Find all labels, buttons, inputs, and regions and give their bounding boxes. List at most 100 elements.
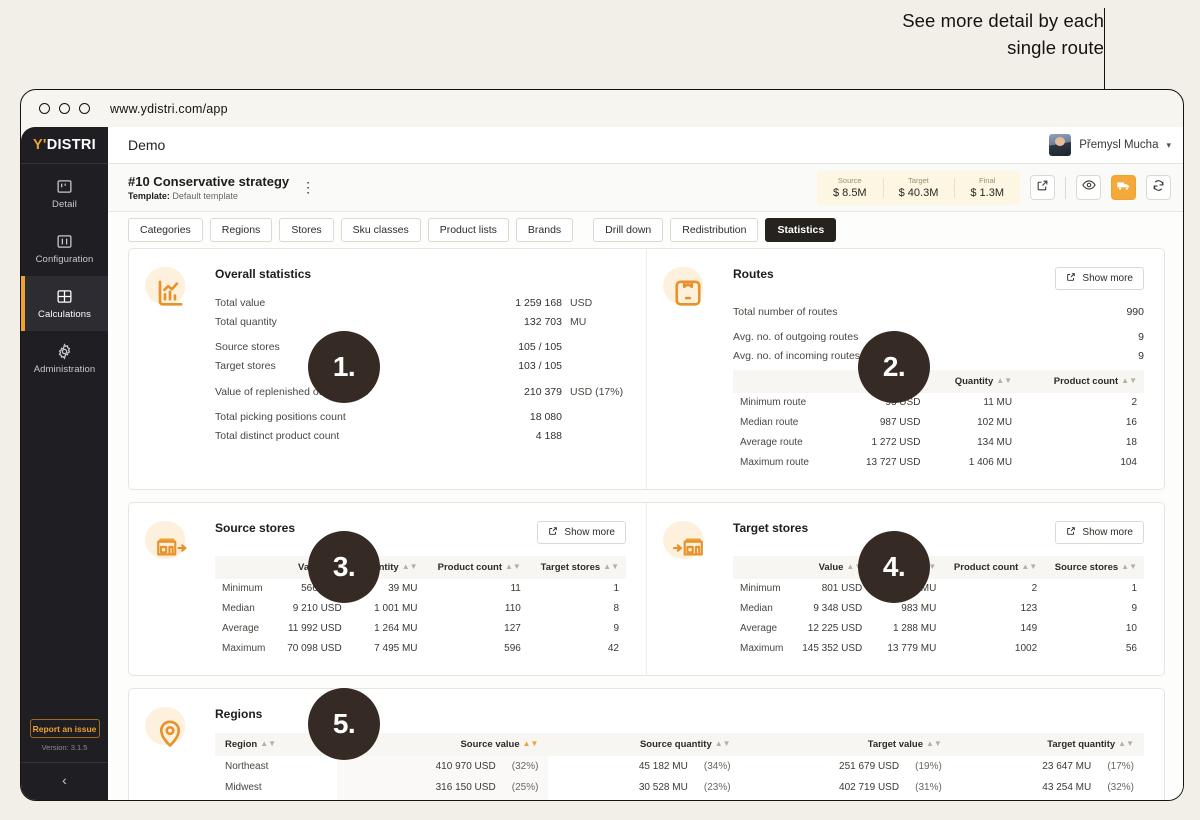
user-menu[interactable]: Přemysl Mucha ▾ — [1049, 134, 1171, 156]
stat-value: 132 703 — [524, 315, 562, 328]
sidebar-item-label: Administration — [33, 363, 96, 375]
chevron-down-icon[interactable]: ▾ — [1166, 140, 1171, 151]
table-row: Average 11 992 USD 1 264 MU 127 9 — [215, 619, 626, 639]
cell-value: 1 272 USD — [871, 437, 921, 448]
sidebar-collapse-button[interactable]: ‹ — [21, 762, 108, 796]
stat-label: Value of replenished out-of-stock — [215, 385, 368, 398]
col-quantity[interactable]: Quantity ▲▼ — [927, 369, 1020, 393]
cell-quantity: 983 MU — [901, 603, 937, 614]
sidebar-item-configuration[interactable]: Configuration — [21, 221, 108, 276]
target-stores-show-more-label: Show more — [1082, 526, 1133, 538]
source-stores-show-more-button[interactable]: Show more — [537, 520, 626, 544]
window-close-dot[interactable] — [39, 103, 50, 114]
target-stores-show-more-button[interactable]: Show more — [1055, 520, 1144, 544]
table-row: Median 9 348 USD 983 MU 123 9 — [733, 599, 1144, 619]
card-source-target-stores: Source stores Show more Value ▲▼ Quantit… — [128, 501, 1165, 676]
tab-redistribution[interactable]: Redistribution — [670, 218, 759, 242]
sort-icon: ▲▼ — [325, 561, 342, 571]
cell-label: Average — [222, 623, 260, 634]
col-quantity[interactable]: Quantity ▲▼ — [348, 555, 425, 579]
tab-brands[interactable]: Brands — [515, 218, 574, 242]
cell-value: 566 USD — [301, 583, 342, 594]
report-issue-button[interactable]: Report an issue — [29, 719, 100, 738]
top-bar: Demo Přemysl Mucha ▾ — [108, 127, 1183, 164]
cell-product-count: 2 — [1131, 397, 1137, 408]
routes-show-more-button[interactable]: Show more — [1055, 267, 1144, 290]
col-target-quantity[interactable]: Target quantity ▲▼ — [951, 732, 1144, 756]
table-header-row: Value ▲▼ Quantity ▲▼ Product count ▲▼ — [733, 369, 1144, 393]
window-minimize-dot[interactable] — [59, 103, 70, 114]
cell-target-stores: 1 — [613, 583, 619, 594]
col-source-stores[interactable]: Source stores ▲▼ — [1044, 555, 1144, 579]
kpi-value: $ 1.3M — [970, 186, 1004, 199]
tab-regions[interactable]: Regions — [209, 218, 273, 242]
col-region[interactable]: Region ▲▼ — [215, 732, 338, 756]
sidebar-footer: Report an issue Version: 3.1.5 ‹ — [21, 719, 108, 800]
source-stores-title: Source stores — [215, 520, 296, 535]
toolbar-divider — [1065, 176, 1066, 199]
col-source-quantity[interactable]: Source quantity ▲▼ — [548, 732, 741, 756]
col-product-count[interactable]: Product count ▲▼ — [424, 555, 528, 579]
annotation-line-1: See more detail by each — [902, 10, 1104, 31]
stat-row: Avg. no. of outgoing routes 9 — [733, 321, 1144, 347]
regions-head: Regions — [215, 707, 1144, 721]
open-external-button[interactable] — [1030, 175, 1055, 200]
tab-sku-classes[interactable]: Sku classes — [340, 218, 421, 242]
annotation-line-2: single route — [1007, 36, 1104, 58]
sort-icon: ▲▼ — [1118, 738, 1134, 748]
sidebar-item-detail[interactable]: Detail — [21, 166, 108, 221]
col-value[interactable]: Value ▲▼ — [275, 555, 349, 579]
tab-product-lists[interactable]: Product lists — [427, 218, 509, 242]
stat-row: Total value 1 259 168 USD — [215, 293, 626, 312]
table-row: Northeast 410 970 USD (32%) 45 182 MU (3… — [215, 755, 1144, 777]
sidebar-item-calculations[interactable]: Calculations — [21, 276, 108, 331]
cell-label: Minimum — [222, 583, 263, 594]
preview-button[interactable] — [1076, 175, 1101, 200]
tab-drill-down[interactable]: Drill down — [593, 218, 664, 242]
tab-categories[interactable]: Categories — [128, 218, 203, 242]
truck-icon — [1116, 178, 1131, 198]
cell-value: 9 348 USD — [813, 603, 863, 614]
col-blank — [733, 555, 793, 579]
external-link-icon — [1066, 272, 1076, 285]
panel-overall-statistics: Overall statistics Total value 1 259 168… — [129, 249, 646, 489]
sort-icon: ▲▼ — [920, 561, 937, 571]
stat-value: 990 — [1126, 305, 1144, 318]
panel-routes: Routes Show more Total number of routes … — [646, 249, 1164, 489]
sidebar-item-administration[interactable]: Administration — [21, 331, 108, 386]
card-overall-routes: Overall statistics Total value 1 259 168… — [128, 248, 1165, 490]
refresh-button[interactable] — [1146, 175, 1171, 200]
strategy-more-menu-button[interactable]: ⋮ — [301, 180, 315, 195]
kpi-source: Source $ 8.5M — [817, 171, 883, 205]
col-target-stores[interactable]: Target stores ▲▼ — [527, 555, 626, 579]
cell-value: 145 352 USD — [802, 643, 863, 654]
col-product-count[interactable]: Product count ▲▼ — [943, 555, 1045, 579]
stat-row: Avg. no. of incoming routes 9 — [733, 347, 1144, 366]
stat-value: 1 259 168 — [515, 296, 562, 309]
regions-body: Regions Region ▲▼ Source value ▲▼ Source q… — [215, 689, 1164, 800]
cell-quantity: 13 779 MU — [887, 643, 937, 654]
window-maximize-dot[interactable] — [79, 103, 90, 114]
col-product-count[interactable]: Product count ▲▼ — [1019, 369, 1144, 393]
tab-statistics[interactable]: Statistics — [765, 218, 837, 242]
avatar — [1049, 134, 1072, 156]
annotation-callout: See more detail by each single route — [774, 8, 1104, 62]
stat-unit: USD — [570, 296, 593, 309]
stat-row: Total distinct product count 4 188 — [215, 427, 626, 446]
tab-stores[interactable]: Stores — [279, 218, 334, 242]
redistribution-button[interactable] — [1111, 175, 1136, 200]
cell-value: 987 USD — [879, 417, 921, 428]
col-value[interactable]: Value ▲▼ — [839, 369, 928, 393]
kpi-final: Final $ 1.3M — [954, 171, 1020, 205]
app-logo[interactable]: Y' DISTRI — [21, 127, 108, 164]
col-target-value[interactable]: Target value ▲▼ — [740, 732, 952, 756]
eye-icon — [1081, 178, 1096, 197]
source-icon-wrap — [129, 503, 215, 675]
overall-icon-wrap — [129, 249, 215, 489]
col-value[interactable]: Value ▲▼ — [792, 555, 870, 579]
col-quantity[interactable]: Quantity ▲▼ — [869, 555, 944, 579]
cell-source-quantity: 45 182 MU (34%) — [638, 760, 731, 772]
col-source-value[interactable]: Source value ▲▼ — [337, 732, 549, 756]
sidebar-item-label: Calculations — [38, 308, 91, 320]
address-bar[interactable]: www.ydistri.com/app — [110, 102, 228, 116]
